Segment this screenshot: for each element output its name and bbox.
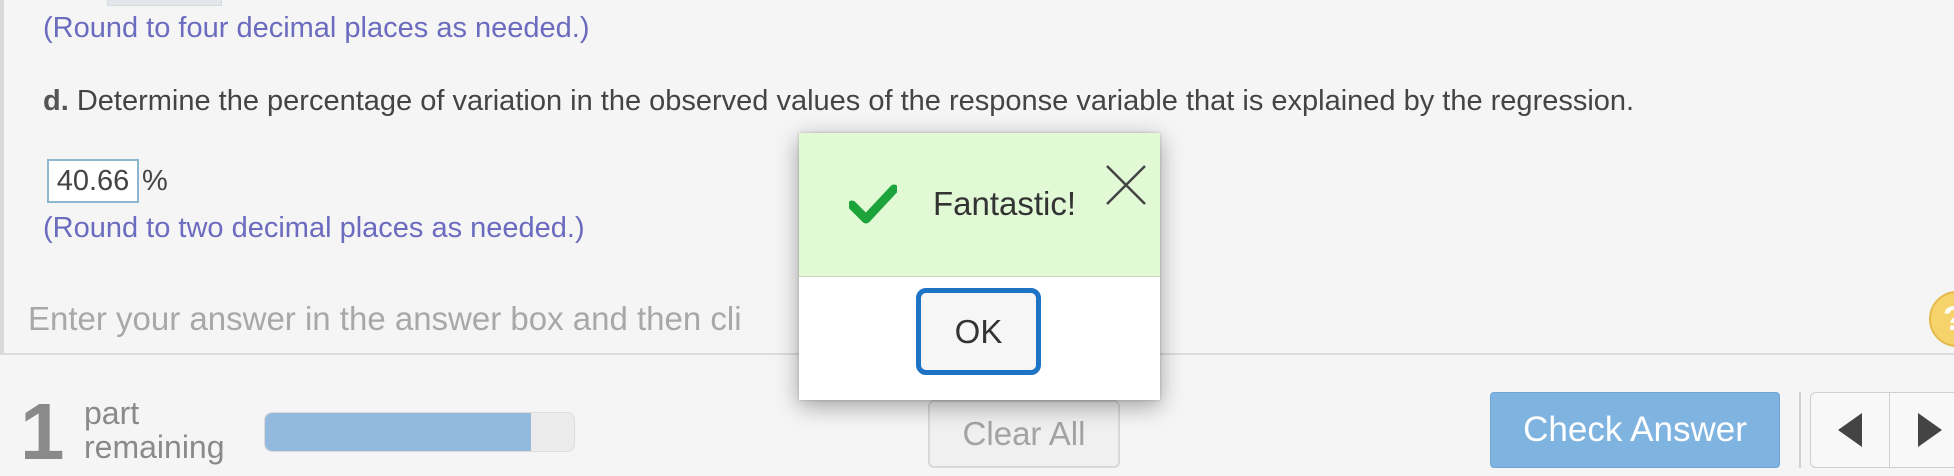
next-button[interactable]	[1890, 393, 1954, 467]
nav-separator	[1799, 392, 1801, 468]
question-text: Determine the percentage of variation in…	[76, 85, 1635, 117]
previous-button[interactable]	[1811, 393, 1891, 467]
question-part-d: d. Determine the percentage of variation…	[43, 85, 1634, 118]
progress-bar	[264, 412, 575, 452]
dialog-message: Fantastic!	[933, 185, 1077, 222]
answer-input[interactable]: 40.66	[47, 159, 139, 203]
previous-answer-box[interactable]	[107, 0, 222, 6]
dialog-header: Fantastic!	[799, 133, 1160, 277]
progress-fill	[265, 413, 531, 451]
triangle-left-icon	[1838, 413, 1863, 447]
parts-label-line2: remaining	[84, 429, 225, 465]
check-answer-button[interactable]: Check Answer	[1490, 392, 1780, 468]
close-icon[interactable]	[1104, 163, 1148, 207]
feedback-dialog: Fantastic! OK	[799, 133, 1160, 400]
parts-label-line1: part	[84, 395, 140, 431]
ok-button[interactable]: OK	[916, 288, 1041, 375]
clear-all-button[interactable]: Clear All	[928, 400, 1120, 468]
instruction-text: Enter your answer in the answer box and …	[28, 300, 742, 337]
triangle-right-icon	[1917, 413, 1942, 447]
answer-row: 40.66 %	[47, 157, 168, 205]
parts-remaining-count: 1	[20, 387, 65, 476]
parts-remaining-label: part remaining	[84, 396, 225, 464]
checkmark-icon	[849, 184, 897, 224]
rounding-hint-two-decimals: (Round to two decimal places as needed.)	[43, 212, 585, 244]
question-nav	[1810, 392, 1954, 468]
left-border	[0, 0, 4, 355]
help-icon[interactable]: ?	[1929, 291, 1954, 347]
answer-unit: %	[142, 164, 168, 197]
part-label: d.	[43, 85, 69, 117]
rounding-hint-four-decimals: (Round to four decimal places as needed.…	[43, 12, 590, 44]
